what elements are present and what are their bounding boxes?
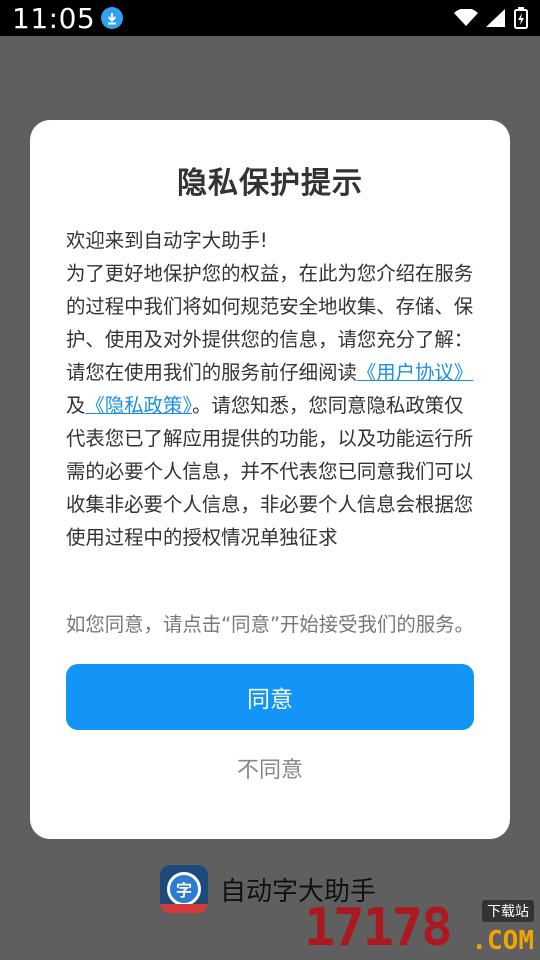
policy-prefix: 请您在使用我们的服务前仔细阅读: [66, 361, 357, 384]
and-text: 及: [66, 394, 86, 417]
disagree-button[interactable]: 不同意: [66, 752, 474, 784]
app-logo-mark: 字: [167, 872, 201, 906]
dialog-body: 欢迎来到自动字大助手! 为了更好地保护您的权益，在此为您介绍在服务的过程中我们将…: [66, 224, 474, 588]
policy-text: 请您在使用我们的服务前仔细阅读《用户协议》及《隐私政策》。请您知悉，您同意隐私政…: [66, 356, 474, 554]
signal-icon: [486, 9, 505, 27]
watermark-tag: 下载站: [482, 900, 534, 922]
policy-suffix: 。请您知悉，您同意隐私政策仅代表您已了解应用提供的功能，以及功能运行所需的必要个…: [66, 394, 474, 549]
watermark-com: .COM: [471, 926, 534, 956]
agree-button[interactable]: 同意: [66, 664, 474, 730]
status-bar: 11:05: [0, 0, 540, 36]
wifi-icon: [454, 9, 478, 26]
dialog-title: 隐私保护提示: [177, 166, 363, 201]
watermark-digits: 17178: [304, 898, 453, 958]
privacy-policy-link[interactable]: 《隐私政策》: [85, 394, 192, 417]
app-logo: 字: [160, 865, 208, 913]
intro-text: 为了更好地保护您的权益，在此为您介绍在服务的过程中我们将如何规范安全地收集、存储…: [66, 262, 474, 351]
battery-icon: [514, 7, 528, 29]
consent-note: 如您同意，请点击“同意”开始接受我们的服务。: [66, 613, 474, 636]
user-agreement-link[interactable]: 《用户协议》: [357, 361, 473, 384]
site-watermark: 17178 下载站 .COM: [304, 898, 534, 958]
status-time: 11:05: [12, 1, 96, 35]
status-icons: [454, 7, 528, 29]
download-icon: [101, 7, 124, 29]
greeting-text: 欢迎来到自动字大助手!: [66, 229, 268, 252]
privacy-dialog: 隐私保护提示 欢迎来到自动字大助手! 为了更好地保护您的权益，在此为您介绍在服务…: [30, 120, 510, 839]
